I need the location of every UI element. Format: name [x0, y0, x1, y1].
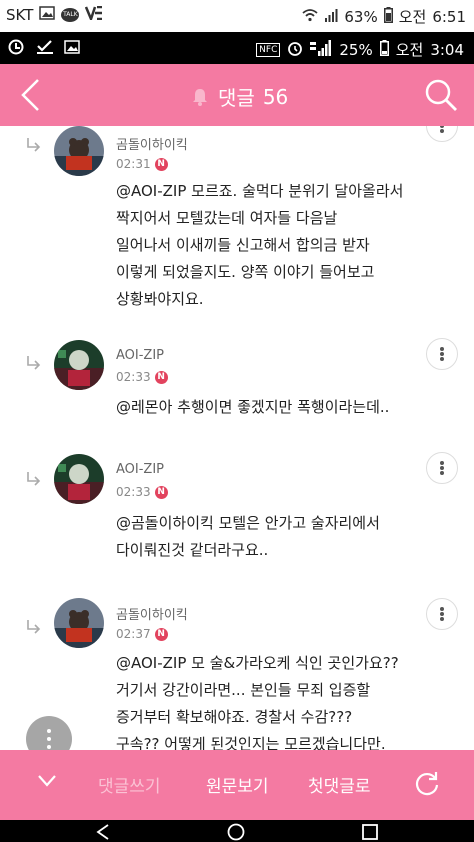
time-label: 02:33 [116, 370, 151, 384]
comment-time: 02:37 N [116, 627, 168, 641]
carrier-label: SKT [6, 6, 34, 24]
title-label: 댓글 [218, 86, 255, 110]
avatar[interactable] [54, 340, 104, 390]
check-download-icon [36, 39, 54, 59]
ampm-label: 오전 [398, 8, 427, 26]
status-bar-top: SKT TALK 63% 오전 6:51 [0, 0, 474, 32]
avatar[interactable] [54, 454, 104, 504]
ampm-label-2: 오전 [395, 41, 424, 59]
app-notification-icon [8, 39, 26, 59]
reply-arrow-icon [27, 620, 41, 634]
reply-arrow-icon [27, 138, 41, 152]
time-label: 02:33 [116, 485, 151, 499]
data-signal-icon [310, 39, 332, 60]
comment-menu-button[interactable] [426, 338, 458, 370]
recent-apps-icon[interactable] [362, 824, 378, 840]
avatar[interactable] [54, 598, 104, 648]
reply-arrow-icon [27, 472, 41, 486]
back-nav-icon[interactable] [96, 824, 110, 840]
refresh-icon[interactable] [414, 770, 440, 796]
comment-time: 02:31 N [116, 157, 168, 171]
new-badge: N [154, 157, 168, 171]
new-badge: N [154, 485, 168, 499]
status-bar-secondary: NFC 25% 오전 3:04 [0, 32, 474, 64]
comment-item: AOI-ZIP 02:33 N @레몬아 추행이면 좋겠지만 폭행이라는데.. [0, 322, 474, 437]
talk-icon: TALK [61, 8, 80, 22]
comment-username[interactable]: 곰돌이하이킥 [116, 134, 188, 153]
comment-count: 56 [262, 84, 289, 109]
new-badge: N [154, 370, 168, 384]
comment-time: 02:33 N [116, 370, 168, 384]
comment-text: @AOI-ZIP 모 술&가라오케 식인 곳인가요?? 거기서 강간이라면...… [116, 654, 399, 750]
comment-list[interactable]: 곰돌이하이킥 02:31 N @AOI-ZIP 모르죠. 술먹다 분위기 달아올라… [0, 126, 474, 750]
time-label: 02:31 [116, 157, 151, 171]
page-title: 댓글 56 [190, 82, 288, 111]
first-comment-button[interactable]: 첫댓글로 [308, 772, 371, 797]
comment-menu-button[interactable] [426, 126, 458, 142]
avatar[interactable] [54, 126, 104, 176]
comment-username[interactable]: 곰돌이하이킥 [116, 604, 188, 623]
comment-item: AOI-ZIP 02:33 N @곰돌이하이킥 모텔은 안가고 술자리에서 다이뤄… [0, 436, 474, 583]
home-nav-icon[interactable] [226, 823, 246, 841]
image-notification-icon-2 [64, 40, 80, 58]
battery-icon [383, 6, 393, 27]
signal-icon [324, 8, 338, 26]
image-notification-icon [39, 6, 56, 24]
comment-item: 곰돌이하이킥 02:37 N @AOI-ZIP 모 술&가라오케 식인 곳인가요?… [0, 582, 474, 750]
comment-text: @AOI-ZIP 모르죠. 술먹다 분위기 달아올라서 짝지어서 모텔갔는데 여… [116, 182, 404, 308]
chevron-left-icon [21, 79, 39, 111]
reply-arrow-icon [27, 356, 41, 370]
bell-icon [193, 88, 207, 106]
write-comment-button[interactable]: 댓글쓰기 [98, 772, 161, 797]
wifi-icon [302, 8, 318, 26]
search-button[interactable] [422, 76, 460, 114]
comment-item: 곰돌이하이킥 02:31 N @AOI-ZIP 모르죠. 술먹다 분위기 달아올라… [0, 126, 474, 323]
comment-username[interactable]: AOI-ZIP [116, 348, 164, 363]
battery-percent: 63% [344, 7, 378, 26]
battery-percent-2: 25% [339, 40, 373, 59]
battery-icon-2 [379, 39, 389, 60]
comment-menu-button[interactable] [426, 452, 458, 484]
bottom-action-bar: 댓글쓰기 원문보기 첫댓글로 [0, 750, 474, 820]
new-badge: N [154, 627, 168, 641]
clock-time-2: 3:04 [430, 40, 464, 59]
chevron-down-icon[interactable] [38, 774, 56, 788]
comment-menu-button[interactable] [426, 598, 458, 630]
view-original-button[interactable]: 원문보기 [206, 772, 269, 797]
alarm-icon [287, 40, 303, 60]
search-icon [425, 79, 457, 111]
comment-text: @곰돌이하이킥 모텔은 안가고 술자리에서 다이뤄진것 같더라구요.. [116, 514, 380, 559]
back-button[interactable] [14, 76, 48, 114]
clock-time: 6:51 [432, 7, 466, 26]
comment-text: @레몬아 추행이면 좋겠지만 폭행이라는데.. [116, 398, 390, 416]
comment-time: 02:33 N [116, 485, 168, 499]
v-app-icon [85, 5, 103, 24]
android-nav-bar [0, 820, 474, 842]
nfc-icon: NFC [256, 42, 281, 57]
comment-username[interactable]: AOI-ZIP [116, 462, 164, 477]
comments-header: 댓글 56 [0, 64, 474, 126]
time-label: 02:37 [116, 627, 151, 641]
